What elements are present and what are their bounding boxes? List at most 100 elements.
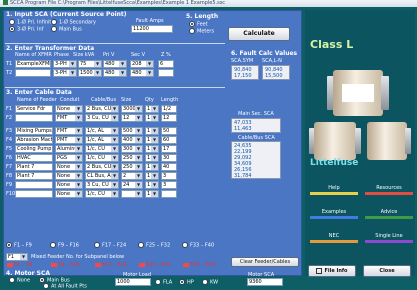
qty-select[interactable]: 1 ▼	[145, 127, 159, 135]
cable-bus-select[interactable]: 1/c, AL ▼	[85, 136, 119, 144]
feeder-name-input[interactable]: HVAC	[15, 154, 53, 162]
conduit-select[interactable]: None ▼	[55, 163, 83, 171]
size-select[interactable]: 300 ▼	[121, 145, 143, 153]
xfmr-sec-select[interactable]: 208 ▼	[130, 60, 154, 68]
xfmr-kva-select[interactable]: 75 ▼	[78, 60, 102, 68]
link-nec[interactable]: NEC	[310, 233, 358, 243]
length-input[interactable]: 60	[161, 136, 177, 144]
conduit-select[interactable]: None ▼	[55, 190, 83, 198]
length-input[interactable]: 3	[161, 181, 177, 189]
link-examples[interactable]: Examples	[310, 209, 358, 219]
size-select[interactable]: 500 ▼	[121, 127, 143, 135]
link-advice[interactable]: Advice	[365, 209, 413, 219]
close-button[interactable]: Close	[363, 265, 411, 277]
feeder-name-input[interactable]: Service Fdr	[15, 105, 53, 113]
cable-bus-select[interactable]: 1/c, AL ▼	[85, 127, 119, 135]
length-input[interactable]: 40	[161, 163, 177, 171]
motor-unit-hp[interactable]: HP	[179, 279, 194, 286]
qty-select[interactable]: 1 ▼	[145, 114, 159, 122]
cable-bus-select[interactable]: CL Bus, AL ▼	[85, 172, 119, 180]
feeder-page-option[interactable]: F1 – F9	[6, 242, 32, 249]
motor-load-input[interactable]: 1000	[115, 278, 151, 286]
mixed-feeder-select[interactable]: F1 ▼	[6, 253, 28, 261]
feeder-name-input[interactable]	[15, 114, 53, 122]
qty-select[interactable]: 1 ▼	[145, 105, 159, 113]
size-select[interactable]: 400 ▼	[121, 136, 143, 144]
xfmr-kva-select[interactable]: 1500 ▼	[78, 69, 102, 77]
xfmr-z-input[interactable]: 6	[158, 60, 174, 68]
conduit-select[interactable]: Aluminum ▼	[55, 145, 83, 153]
phase-option-2[interactable]: 1-Ø Secondary	[51, 19, 96, 26]
feeder-name-input[interactable]: Plant 7	[15, 172, 53, 180]
feeder-name-input[interactable]	[15, 181, 53, 189]
conduit-select[interactable]: FMT ▼	[55, 127, 83, 135]
feeder-name-input[interactable]: Plant 7	[15, 163, 53, 171]
conduit-select[interactable]: None ▼	[55, 172, 83, 180]
qty-select[interactable]: 1 ▼	[145, 154, 159, 162]
length-feet-option[interactable]: Feet	[189, 21, 208, 28]
conduit-select[interactable]: FMT ▼	[55, 114, 83, 122]
cable-bus-select[interactable]: 1/c, CU ▼	[85, 154, 119, 162]
length-input[interactable]: 12	[161, 114, 177, 122]
subpanel-range-option[interactable]: S25 – S32	[138, 262, 171, 268]
subpanel-range-option[interactable]: S1 – S8	[6, 262, 32, 268]
link-single-line[interactable]: Single Line	[365, 233, 413, 243]
link-help[interactable]: Help	[310, 185, 358, 195]
cable-bus-select[interactable]: 1/c, CU ▼	[85, 190, 119, 198]
length-meters-option[interactable]: Meters	[189, 28, 214, 35]
size-select[interactable]: 12 ▼	[121, 114, 143, 122]
conduit-select[interactable]: None ▼	[55, 105, 83, 113]
feeder-name-input[interactable]: Abrasion Mach	[15, 136, 53, 144]
phase-option-3[interactable]: 3-Ø Pri. Inf	[9, 26, 43, 33]
length-input[interactable]: 17	[161, 145, 177, 153]
cable-bus-select[interactable]: 3 Cu, CU ▼	[85, 181, 119, 189]
motor-unit-fla[interactable]: FLA	[155, 279, 172, 286]
size-select[interactable]: 250 ▼	[121, 154, 143, 162]
feeder-name-input[interactable]: Cooling Pump	[15, 145, 53, 153]
feeder-name-input[interactable]	[15, 190, 53, 198]
xfmr-phase-select[interactable]: 3-PH ▼	[53, 69, 77, 77]
feeder-page-option[interactable]: F17 – F24	[94, 242, 126, 249]
cable-bus-select[interactable]: 3 Cu, CU ▼	[85, 114, 119, 122]
subpanel-range-option[interactable]: S9 – S16	[50, 262, 80, 268]
length-input[interactable]: 50	[161, 127, 177, 135]
feeder-page-option[interactable]: F9 – F16	[50, 242, 79, 249]
clear-feeder-cables-button[interactable]: Clear Feeder/Cables	[231, 257, 299, 267]
link-resources[interactable]: Resources	[365, 185, 413, 195]
conduit-select[interactable]: None ▼	[55, 181, 83, 189]
conduit-select[interactable]: PGS ▼	[55, 154, 83, 162]
calculate-button[interactable]: Calculate	[228, 27, 290, 41]
size-select[interactable]: 250 ▼	[121, 163, 143, 171]
qty-select[interactable]: 1 ▼	[145, 172, 159, 180]
xfmr-pri-select[interactable]: 480 ▼	[103, 60, 127, 68]
phase-option-4[interactable]: Main Bus	[51, 26, 82, 33]
xfmr-sec-select[interactable]: 480 ▼	[130, 69, 154, 77]
fault-amps-input[interactable]: 11200	[131, 25, 173, 33]
length-input[interactable]: 1/2	[161, 105, 177, 113]
length-input[interactable]: 30	[161, 154, 177, 162]
feeder-name-input[interactable]: Mixing Pumps	[15, 127, 53, 135]
cable-bus-select[interactable]: 2 Bus, CU ▼	[85, 105, 119, 113]
motor-opt-all-fault-pts[interactable]: At All Fault Pts	[43, 283, 87, 290]
xfmr-name-input[interactable]: ExampleXFMR	[15, 60, 51, 68]
subpanel-range-option[interactable]: S33 – S40	[182, 262, 215, 268]
length-input[interactable]: 3	[161, 172, 177, 180]
feeder-page-option[interactable]: F33 – F40	[182, 242, 214, 249]
length-input[interactable]	[161, 190, 177, 198]
conduit-select[interactable]: PMT ▼	[55, 136, 83, 144]
xfmr-z-input[interactable]	[158, 69, 174, 77]
file-info-button[interactable]: File Info	[308, 265, 356, 277]
motor-unit-kw[interactable]: KW	[202, 279, 218, 286]
qty-select[interactable]: 1 ▼	[145, 145, 159, 153]
size-select[interactable]: 3000 ▼	[121, 105, 143, 113]
size-select[interactable]: 2 ▼	[121, 172, 143, 180]
motor-opt-none[interactable]: None	[9, 277, 30, 284]
size-select[interactable]: ▼	[121, 190, 143, 198]
xfmr-phase-select[interactable]: 3-PH ▼	[53, 60, 77, 68]
cable-bus-select[interactable]: 1/c, CU ▼	[85, 145, 119, 153]
size-select[interactable]: 24 ▼	[121, 181, 143, 189]
qty-select[interactable]: 1 ▼	[145, 190, 159, 198]
phase-option-1[interactable]: 1-Ø Pri. Infinite	[9, 19, 54, 26]
xfmr-name-input[interactable]	[15, 69, 51, 77]
feeder-page-option[interactable]: F25 – F32	[138, 242, 170, 249]
